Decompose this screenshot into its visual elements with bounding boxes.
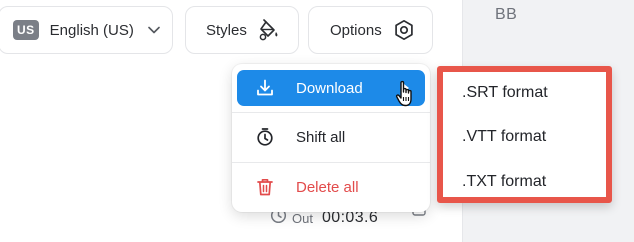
- options-button[interactable]: Options: [308, 6, 433, 54]
- language-code-badge: US: [13, 20, 39, 40]
- menu-item-shift-all[interactable]: Shift all: [237, 119, 425, 155]
- language-label: English (US): [49, 21, 134, 39]
- language-selector[interactable]: US English (US): [0, 6, 173, 54]
- menu-item-label: Download: [296, 79, 363, 97]
- styles-label: Styles: [206, 21, 247, 39]
- menu-divider: [232, 162, 430, 163]
- out-label: Out: [292, 210, 313, 226]
- download-format-submenu: .SRT format .VTT format .TXT format: [437, 66, 612, 203]
- menu-item-label: Shift all: [296, 128, 346, 146]
- hand-cursor-icon: [395, 80, 417, 113]
- format-option-txt[interactable]: .TXT format: [462, 173, 546, 191]
- panel-text: BB: [495, 6, 518, 23]
- gear-icon: [393, 19, 415, 41]
- format-option-vtt[interactable]: .VTT format: [462, 128, 546, 146]
- options-label: Options: [330, 21, 382, 39]
- menu-item-label: Delete all: [296, 178, 359, 196]
- menu-item-delete-all[interactable]: Delete all: [237, 169, 425, 205]
- trash-icon: [255, 177, 275, 197]
- download-icon: [255, 78, 275, 98]
- timer-icon: [255, 127, 275, 147]
- format-option-srt[interactable]: .SRT format: [462, 84, 548, 102]
- styles-button[interactable]: Styles: [185, 6, 299, 54]
- chevron-down-icon: [148, 26, 160, 34]
- paint-bucket-icon: [257, 19, 279, 41]
